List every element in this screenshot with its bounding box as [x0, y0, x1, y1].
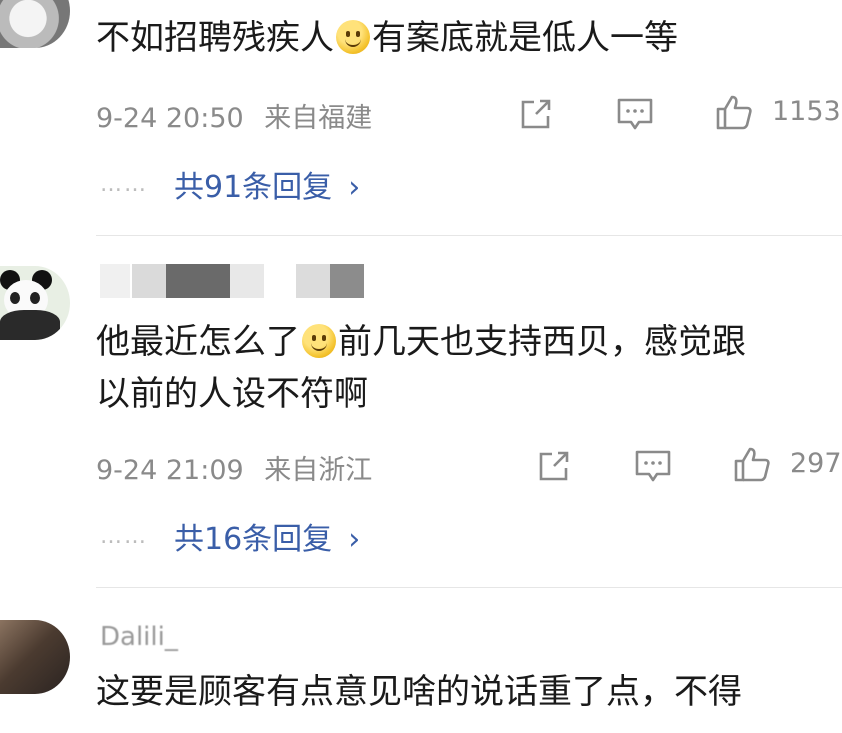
comment-text: 不如招聘残疾人 有案底就是低人一等 — [96, 18, 678, 58]
reply-count: 共91条回复 — [174, 170, 333, 205]
username[interactable]: Dalili_ — [100, 622, 178, 652]
thinking-emoji-icon — [302, 324, 336, 358]
comment-text-line2: 以前的人设不符啊 — [96, 374, 368, 414]
divider — [96, 587, 842, 588]
comment-icon[interactable] — [615, 94, 655, 134]
reply-count: 共16条回复 — [174, 522, 333, 557]
comment-location: 来自浙江 — [264, 455, 373, 486]
dots: …… — [100, 172, 148, 197]
chevron-right-icon: › — [348, 170, 361, 205]
comment-time: 9-24 21:09 — [96, 455, 244, 486]
comment-2: 他最近怎么了 前几天也支持西贝，感觉跟 以前的人设不符啊 9-24 21:09 来… — [0, 256, 842, 588]
view-replies-link[interactable]: …… 共16条回复 › — [100, 514, 360, 558]
avatar[interactable] — [0, 620, 70, 694]
username-redacted[interactable] — [100, 264, 400, 298]
smile-emoji-icon — [336, 20, 370, 54]
chevron-right-icon: › — [348, 522, 361, 557]
avatar[interactable] — [0, 266, 70, 340]
comment-3: Dalili_ 这要是顾客有点意见啥的说话重了点，不得 — [0, 612, 842, 733]
divider — [96, 235, 842, 236]
comment-meta: 9-24 21:09 来自浙江 — [96, 448, 384, 487]
dots: …… — [100, 524, 148, 549]
like-count: 297 — [790, 448, 842, 479]
comment-text: 这要是顾客有点意见啥的说话重了点，不得 — [96, 672, 742, 712]
comment-text: 他最近怎么了 前几天也支持西贝，感觉跟 — [96, 322, 746, 362]
comment-meta: 9-24 20:50 来自福建 — [96, 96, 384, 135]
view-replies-link[interactable]: …… 共91条回复 › — [100, 162, 360, 206]
share-icon[interactable] — [516, 94, 556, 134]
comment-icon[interactable] — [633, 446, 673, 486]
thumbs-up-icon[interactable] — [732, 444, 772, 484]
comment-time: 9-24 20:50 — [96, 103, 244, 134]
comment-1: 不如招聘残疾人 有案底就是低人一等 9-24 20:50 来自福建 1153 ……… — [0, 0, 842, 236]
share-icon[interactable] — [534, 446, 574, 486]
comment-location: 来自福建 — [264, 103, 373, 134]
like-count: 1153 — [772, 96, 841, 127]
thumbs-up-icon[interactable] — [714, 92, 754, 132]
avatar[interactable] — [0, 0, 70, 48]
